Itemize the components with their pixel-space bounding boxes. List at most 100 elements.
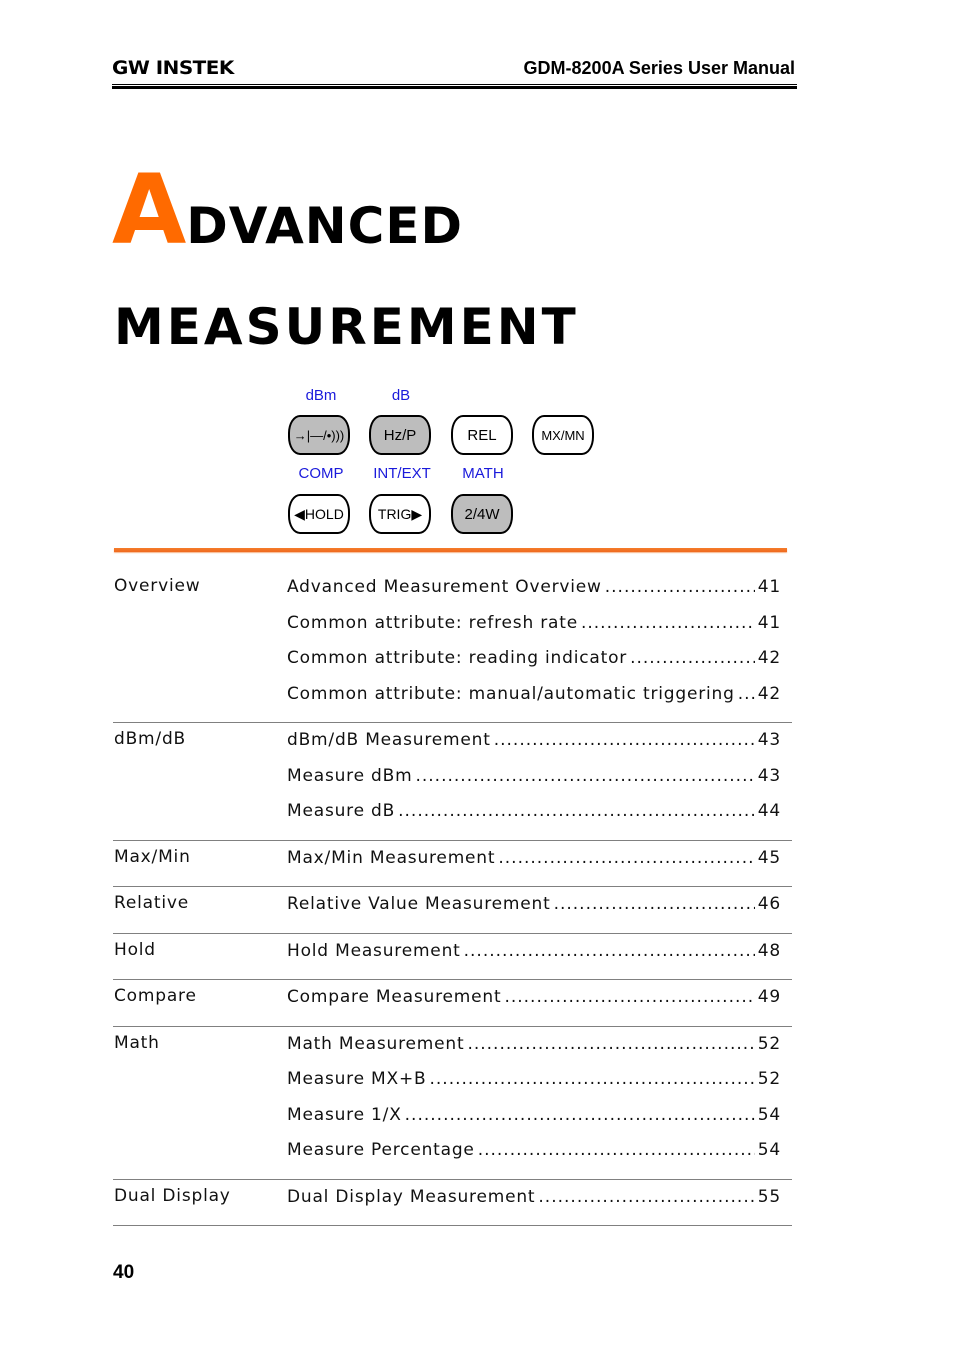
- toc-entry-title[interactable]: Max/Min Measurement: [287, 848, 495, 868]
- toc-entry[interactable]: Measure MX+B 52: [287, 1068, 781, 1104]
- toc-entry-page[interactable]: 43: [758, 730, 781, 750]
- toc-entry-title[interactable]: Compare Measurement: [287, 987, 501, 1007]
- toc-entry-title[interactable]: Measure MX+B: [287, 1069, 426, 1089]
- toc-leader-dots: [581, 613, 755, 633]
- header-rule-thin: [112, 84, 797, 85]
- toc-entry-title[interactable]: Common attribute: refresh rate: [287, 613, 578, 633]
- toc-entry-title[interactable]: dBm/dB Measurement: [287, 730, 491, 750]
- header-rule-thick: [112, 86, 797, 89]
- shift-label-int-ext: INT/EXT: [373, 465, 431, 482]
- toc-entry-title[interactable]: Advanced Measurement Overview: [287, 577, 602, 597]
- shift-label-math: MATH: [462, 465, 504, 482]
- toc-section: MathMath Measurement52Measure MX+B52Meas…: [113, 1027, 792, 1180]
- manual-title: GDM-8200A Series User Manual: [523, 58, 795, 78]
- toc-entry-title[interactable]: Dual Display Measurement: [287, 1187, 535, 1207]
- toc-entry-page[interactable]: 42: [758, 648, 781, 668]
- toc-entry-title[interactable]: Measure dB: [287, 801, 395, 821]
- toc-section-label: Dual Display: [114, 1185, 231, 1206]
- toc-entry-title[interactable]: Measure Percentage: [287, 1140, 475, 1160]
- toc-entry-title[interactable]: Hold Measurement: [287, 941, 461, 961]
- toc-entry[interactable]: Measure dBm 43: [287, 765, 781, 801]
- toc-entry-page[interactable]: 55: [758, 1187, 781, 1207]
- toc-entry-title[interactable]: Measure 1/X: [287, 1105, 402, 1125]
- table-of-contents: OverviewAdvanced Measurement Overview41C…: [113, 570, 792, 1226]
- toc-entry-page[interactable]: 44: [758, 801, 781, 821]
- toc-leader-dots: [738, 684, 755, 704]
- toc-leader-dots: [504, 987, 754, 1007]
- toc-entry-page[interactable]: 54: [758, 1140, 781, 1160]
- toc-entry[interactable]: Common attribute: manual/automatic trigg…: [287, 683, 781, 719]
- toc-leader-dots: [405, 1105, 755, 1125]
- toc-entry-page[interactable]: 45: [758, 848, 781, 868]
- hz-p-key: Hz/P: [369, 415, 431, 455]
- toc-section-label: Hold: [114, 939, 156, 960]
- toc-section-label: Max/Min: [114, 846, 191, 867]
- chapter-title-rest: DVANCED: [186, 197, 463, 255]
- toc-entry-page[interactable]: 52: [758, 1034, 781, 1054]
- toc-entry[interactable]: Hold Measurement 48: [287, 940, 781, 976]
- rel-key: REL: [451, 415, 513, 455]
- toc-section-label: Overview: [114, 576, 201, 596]
- toc-entry-page[interactable]: 48: [758, 941, 781, 961]
- toc-section-label: dBm/dB: [114, 729, 186, 749]
- chapter-title-initial: A: [112, 154, 187, 266]
- page-number: 40: [113, 1262, 135, 1283]
- toc-leader-dots: [494, 730, 755, 750]
- toc-entry-title[interactable]: Common attribute: reading indicator: [287, 648, 627, 668]
- toc-section: Relative Relative Value Measurement 46: [113, 887, 792, 934]
- toc-entry[interactable]: Measure Percentage 54: [287, 1139, 781, 1175]
- toc-leader-dots: [429, 1069, 754, 1089]
- chapter-title-line2: MEASUREMENT: [114, 298, 579, 356]
- shift-label-comp: COMP: [298, 465, 344, 482]
- diode-continuity-icon: →|—/•))): [293, 427, 345, 443]
- toc-entry[interactable]: Common attribute: reading indicator 42: [287, 647, 781, 683]
- toc-entry-title[interactable]: Relative Value Measurement: [287, 894, 551, 914]
- toc-section: OverviewAdvanced Measurement Overview41C…: [113, 570, 792, 723]
- toc-leader-dots: [554, 894, 755, 914]
- toc-entry-title[interactable]: Math Measurement: [287, 1034, 464, 1054]
- toc-section: Dual Display Dual Display Measurement 55: [113, 1180, 792, 1226]
- diode-continuity-key: →|—/•))): [288, 415, 350, 455]
- toc-entry-page[interactable]: 49: [758, 987, 781, 1007]
- toc-entry-page[interactable]: 43: [758, 766, 781, 786]
- two-four-wire-key: 2/4W: [451, 494, 513, 534]
- toc-entry-page[interactable]: 41: [758, 577, 781, 597]
- toc-entry[interactable]: Max/Min Measurement 45: [287, 847, 781, 883]
- shift-label-dbm: dBm: [305, 387, 337, 404]
- logo: GW INSTEK: [112, 57, 234, 79]
- toc-leader-dots: [478, 1140, 755, 1160]
- toc-entry-page[interactable]: 42: [758, 684, 781, 704]
- toc-entry-title[interactable]: Common attribute: manual/automatic trigg…: [287, 684, 735, 704]
- toc-section-label: Compare: [114, 986, 197, 1006]
- toc-entry-page[interactable]: 41: [758, 613, 781, 633]
- toc-leader-dots: [605, 577, 755, 597]
- toc-section-label: Relative: [114, 893, 189, 913]
- chapter-title-line1: ADVANCED: [112, 162, 463, 258]
- toc-entry[interactable]: Common attribute: refresh rate 41: [287, 612, 781, 648]
- mx-mn-key: MX/MN: [532, 415, 594, 455]
- toc-entry[interactable]: Math Measurement 52: [287, 1033, 781, 1069]
- hold-key: ◀HOLD: [288, 494, 350, 534]
- toc-entry[interactable]: Dual Display Measurement 55: [287, 1186, 781, 1222]
- toc-entry[interactable]: Measure 1/X 54: [287, 1104, 781, 1140]
- toc-section-label: Math: [114, 1032, 160, 1053]
- toc-leader-dots: [467, 1034, 754, 1054]
- toc-entry-page[interactable]: 46: [758, 894, 781, 914]
- toc-leader-dots: [398, 801, 755, 821]
- toc-leader-dots: [498, 848, 754, 868]
- toc-section: Max/Min Max/Min Measurement 45: [113, 841, 792, 887]
- toc-section: dBm/dBdBm/dB Measurement43Measure dBm43M…: [113, 723, 792, 841]
- toc-entry-title[interactable]: Measure dBm: [287, 766, 412, 786]
- shift-label-db: dB: [391, 387, 411, 404]
- toc-entry[interactable]: Measure dB 44: [287, 800, 781, 836]
- toc-entry[interactable]: Compare Measurement 49: [287, 986, 781, 1022]
- toc-entry-page[interactable]: 54: [758, 1105, 781, 1125]
- toc-entry[interactable]: Advanced Measurement Overview 41: [287, 576, 781, 612]
- toc-leader-dots: [630, 648, 755, 668]
- toc-entry-page[interactable]: 52: [758, 1069, 781, 1089]
- toc-entry[interactable]: dBm/dB Measurement 43: [287, 729, 781, 765]
- toc-leader-dots: [464, 941, 755, 961]
- trig-key: TRIG▶: [369, 494, 431, 534]
- toc-leader-dots: [415, 766, 754, 786]
- toc-entry[interactable]: Relative Value Measurement 46: [287, 893, 781, 929]
